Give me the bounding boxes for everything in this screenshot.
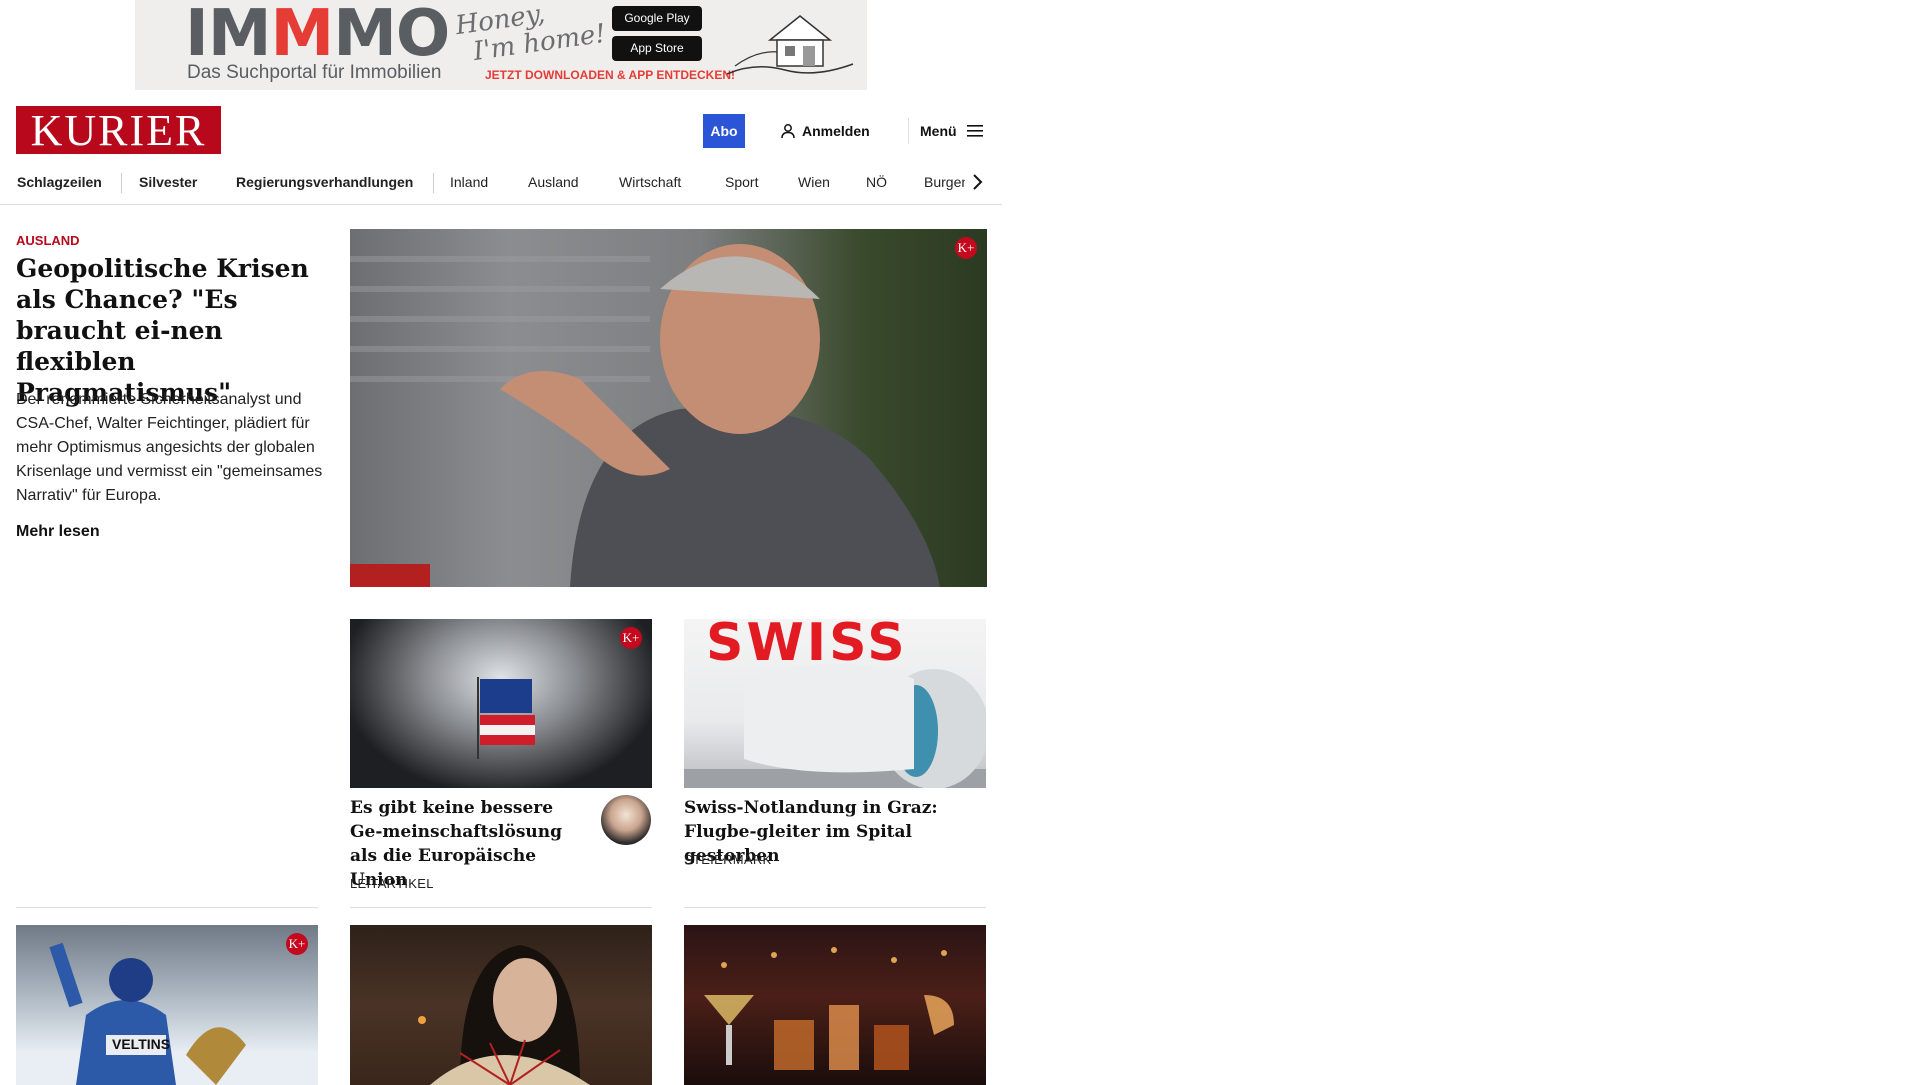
nav-item-regierungsverhandlungen[interactable]: Regierungsverhandlungen (236, 174, 413, 190)
nav-item-wirtschaft[interactable]: Wirtschaft (619, 174, 681, 190)
lead-category[interactable]: AUSLAND (16, 233, 80, 248)
nav-item-inland[interactable]: Inland (450, 174, 488, 190)
house-in-hand-icon (726, 15, 854, 75)
nav-item-noe[interactable]: NÖ (866, 174, 887, 190)
menu-button[interactable]: Menü (920, 114, 983, 148)
login-button[interactable]: Anmelden (780, 114, 870, 148)
chevron-right-icon (973, 174, 983, 190)
lead-image-art (350, 244, 940, 587)
user-icon (781, 124, 795, 139)
ski-art (49, 942, 246, 1085)
author-avatar (601, 795, 651, 845)
section-nav: Schlagzeilen Silvester Regierungsverhand… (0, 162, 1002, 205)
nav-item-wien[interactable]: Wien (798, 174, 830, 190)
article-image-drinks[interactable] (684, 925, 986, 1085)
kplus-badge: K+ (620, 627, 642, 649)
ad-script-text: Honey, I'm home! (453, 0, 608, 68)
ad-cta: JETZT DOWNLOADEN & APP ENTDECKEN! (485, 68, 736, 82)
article-image-ski-jumper[interactable]: VELTINS K+ (16, 925, 318, 1085)
header-divider (908, 118, 909, 144)
nav-item-silvester[interactable]: Silvester (139, 174, 197, 190)
nav-item-schlagzeilen[interactable]: Schlagzeilen (17, 174, 102, 190)
lead-headline[interactable]: Geopolitische Krisen als Chance? "Es bra… (16, 253, 316, 408)
section-divider (684, 907, 986, 908)
article-kicker[interactable]: LEITARTIKEL (350, 876, 434, 891)
kplus-badge: K+ (955, 237, 977, 259)
kplus-badge: K+ (286, 933, 308, 955)
lead-teaser: Der renommierte Sicherheitsanalyst und C… (16, 391, 323, 504)
fan-art (418, 945, 590, 1085)
login-label: Anmelden (802, 123, 870, 139)
nav-divider (121, 173, 122, 193)
app-store-badge[interactable]: App Store (612, 36, 702, 61)
hamburger-icon (966, 125, 983, 137)
article-image-flags[interactable]: K+ (350, 619, 652, 788)
google-play-badge[interactable]: Google Play (612, 6, 702, 31)
ad-subtitle: Das Suchportal für Immobilien (187, 62, 442, 83)
read-more-link[interactable]: Mehr lesen (16, 523, 100, 541)
drinks-art (704, 947, 954, 1070)
nav-item-sport[interactable]: Sport (725, 174, 758, 190)
flag-art (477, 677, 535, 759)
nav-scroll-button[interactable] (965, 170, 989, 194)
ad-logo: IMMMO (185, 0, 450, 71)
nav-divider (433, 173, 434, 193)
lead-image[interactable]: K+ (350, 229, 987, 587)
ski-bib-text: VELTINS (112, 1036, 171, 1052)
engine-art (684, 664, 986, 788)
ad-banner[interactable]: IMMMO Das Suchportal für Immobilien Hone… (135, 0, 867, 90)
article-kicker[interactable]: STEIERMARK (684, 852, 772, 867)
nav-item-ausland[interactable]: Ausland (528, 174, 579, 190)
section-divider (16, 907, 318, 908)
abo-button[interactable]: Abo (703, 114, 745, 148)
section-divider (350, 907, 652, 908)
kurier-logo[interactable]: KURIER (16, 106, 221, 155)
menu-label: Menü (920, 123, 957, 139)
article-image-swiss[interactable]: SWISS (684, 619, 986, 788)
article-image-fan[interactable] (350, 925, 652, 1085)
